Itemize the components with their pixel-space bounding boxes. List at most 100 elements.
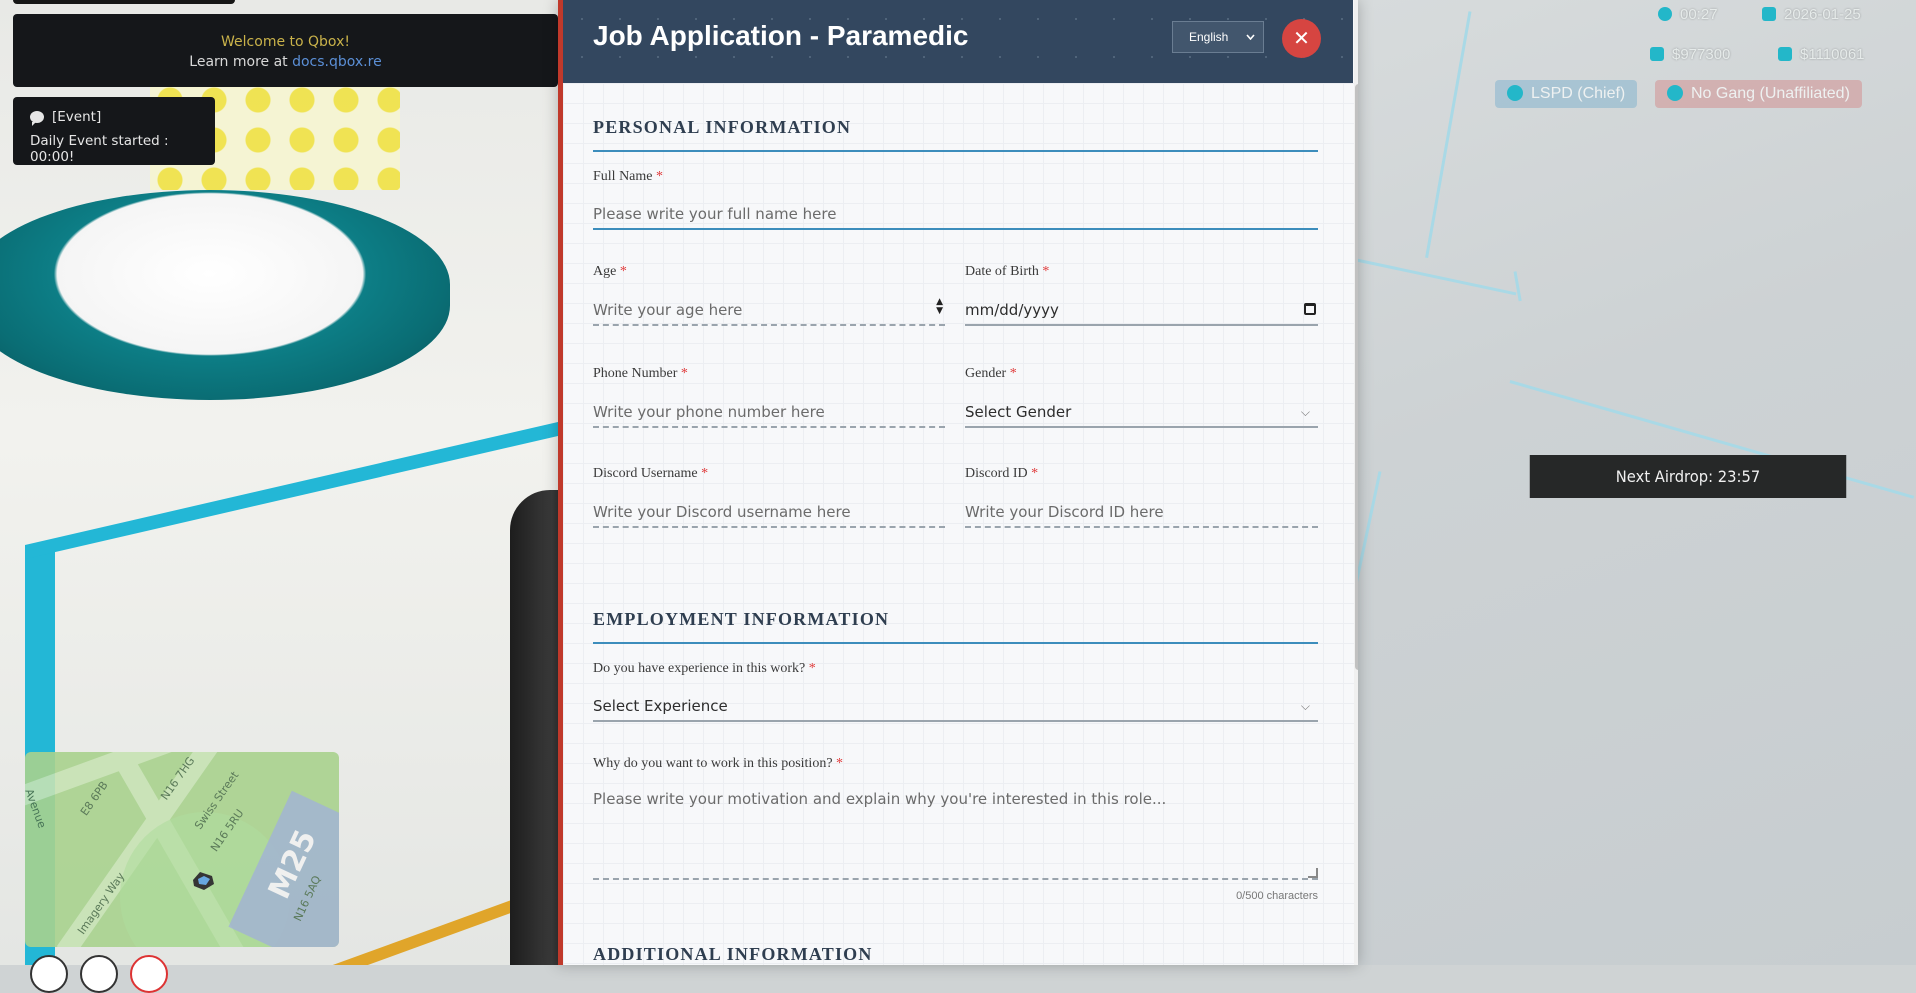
phone-label: Phone Number *	[593, 366, 688, 382]
label-text: Gender	[965, 366, 1007, 381]
full-name-input[interactable]: Please write your full name here	[593, 200, 1318, 230]
required-mark: *	[1031, 466, 1039, 481]
dob-input[interactable]: mm/dd/yyyy	[965, 296, 1318, 326]
label-text: Discord ID	[965, 466, 1028, 481]
dob-label: Date of Birth *	[965, 264, 1049, 280]
required-mark: *	[836, 756, 844, 771]
hud-bank: $1110061	[1778, 46, 1865, 63]
discord-id-label: Discord ID *	[965, 466, 1038, 482]
welcome-subtitle: Learn more at docs.qbox.re	[13, 52, 558, 72]
age-input[interactable]: Write your age here ▲ ▼	[593, 296, 945, 326]
docs-link[interactable]: docs.qbox.re	[292, 54, 382, 70]
welcome-prefix: Learn more at	[189, 54, 293, 70]
gang-badge: No Gang (Unaffiliated)	[1655, 80, 1862, 108]
placeholder-text: Write your age here	[593, 301, 743, 319]
scrollbar[interactable]	[1354, 0, 1358, 965]
select-value: Select Experience	[593, 697, 728, 715]
status-circle-icon	[80, 955, 118, 993]
label-text: Phone Number	[593, 366, 678, 381]
status-circle-icon	[130, 955, 168, 993]
label-text: Full Name	[593, 169, 653, 184]
gender-select[interactable]: Select Gender ⌵	[965, 398, 1318, 428]
placeholder-text: mm/dd/yyyy	[965, 301, 1059, 319]
phone-input[interactable]: Write your phone number here	[593, 398, 945, 428]
gang-icon	[1667, 85, 1683, 101]
required-mark: *	[808, 661, 816, 676]
discord-id-input[interactable]: Write your Discord ID here	[965, 498, 1318, 528]
experience-select[interactable]: Select Experience ⌵	[593, 692, 1318, 722]
wallet-icon	[1650, 47, 1664, 61]
language-value: English	[1189, 30, 1229, 44]
date-text: 2026-01-25	[1784, 6, 1861, 23]
event-notification: [Event] Daily Event started : 00:00!	[13, 97, 215, 165]
character-counter: 0/500 characters	[1236, 890, 1318, 902]
clock-icon	[1658, 7, 1672, 21]
discord-username-input[interactable]: Write your Discord username here	[593, 498, 945, 528]
section-employment-title: EMPLOYMENT INFORMATION	[593, 609, 1318, 644]
bottom-status-icons	[30, 955, 168, 993]
language-select[interactable]: English	[1172, 21, 1264, 53]
job-text: LSPD (Chief)	[1531, 85, 1626, 102]
resize-handle-icon[interactable]	[1308, 868, 1318, 878]
event-title: [Event]	[52, 109, 102, 125]
chat-bubble-icon	[30, 111, 44, 126]
bank-text: $1110061	[1800, 46, 1865, 63]
scene-line	[1513, 271, 1522, 302]
event-header: [Event]	[30, 109, 198, 126]
motivation-label: Why do you want to work in this position…	[593, 756, 843, 772]
street-label: E8 6PB	[77, 778, 111, 819]
select-value: Select Gender	[965, 403, 1072, 421]
section-additional-title: ADDITIONAL INFORMATION	[593, 944, 1318, 965]
number-spinner-icon[interactable]: ▲ ▼	[936, 298, 943, 316]
required-mark: *	[1009, 366, 1017, 381]
minimap: M25 N16 7HG Swiss Street N16 5RU Avenue …	[25, 752, 339, 947]
calendar-icon[interactable]	[1304, 303, 1316, 315]
chevron-down-icon	[1246, 34, 1255, 40]
notification-stub	[13, 0, 235, 4]
page-title: Job Application - Paramedic	[593, 20, 969, 51]
time-text: 00:27	[1680, 6, 1718, 23]
required-mark: *	[1042, 264, 1050, 279]
label-text: Date of Birth	[965, 264, 1039, 279]
cash-text: $977300	[1672, 46, 1731, 63]
required-mark: *	[701, 466, 709, 481]
close-button[interactable]: ✕	[1282, 19, 1321, 58]
player-blip-icon	[193, 872, 214, 890]
welcome-notification: Welcome to Qbox! Learn more at docs.qbox…	[13, 14, 558, 87]
label-text: Age	[593, 264, 617, 279]
scene-line	[1425, 11, 1472, 258]
hud-cash: $977300	[1650, 46, 1730, 63]
hud-time: 00:27	[1658, 6, 1718, 23]
scrollbar-thumb[interactable]	[1355, 84, 1358, 670]
card-icon	[1778, 47, 1792, 61]
required-mark: *	[619, 264, 627, 279]
placeholder-text: Please write your motivation and explain…	[593, 790, 1167, 808]
status-circle-icon	[30, 955, 68, 993]
airdrop-timer: Next Airdrop: 23:57	[1529, 455, 1847, 498]
event-text: Daily Event started : 00:00!	[30, 133, 169, 165]
welcome-title: Welcome to Qbox!	[221, 34, 350, 50]
calendar-icon	[1762, 7, 1776, 21]
motivation-textarea[interactable]: Please write your motivation and explain…	[593, 782, 1318, 880]
full-name-label: Full Name *	[593, 169, 663, 185]
panel-header: Job Application - Paramedic English ✕	[563, 0, 1353, 83]
label-text: Discord Username	[593, 466, 698, 481]
job-application-panel: Job Application - Paramedic English ✕ PE…	[558, 0, 1358, 965]
required-mark: *	[680, 366, 688, 381]
age-label: Age *	[593, 264, 627, 280]
discord-username-label: Discord Username *	[593, 466, 708, 482]
experience-label: Do you have experience in this work? *	[593, 661, 816, 677]
scene-line	[1339, 255, 1517, 296]
chevron-down-icon: ⌵	[1300, 405, 1310, 419]
job-badge: LSPD (Chief)	[1495, 80, 1638, 108]
hud-date: 2026-01-25	[1762, 6, 1861, 23]
required-mark: *	[656, 169, 663, 184]
gender-label: Gender *	[965, 366, 1017, 382]
fountain-decoration	[0, 190, 450, 400]
chevron-down-icon: ⌵	[1300, 699, 1310, 713]
section-personal-title: PERSONAL INFORMATION	[593, 117, 1318, 152]
badge-icon	[1507, 85, 1523, 101]
label-text: Do you have experience in this work?	[593, 661, 806, 676]
label-text: Why do you want to work in this position…	[593, 756, 833, 771]
gang-text: No Gang (Unaffiliated)	[1691, 85, 1850, 102]
